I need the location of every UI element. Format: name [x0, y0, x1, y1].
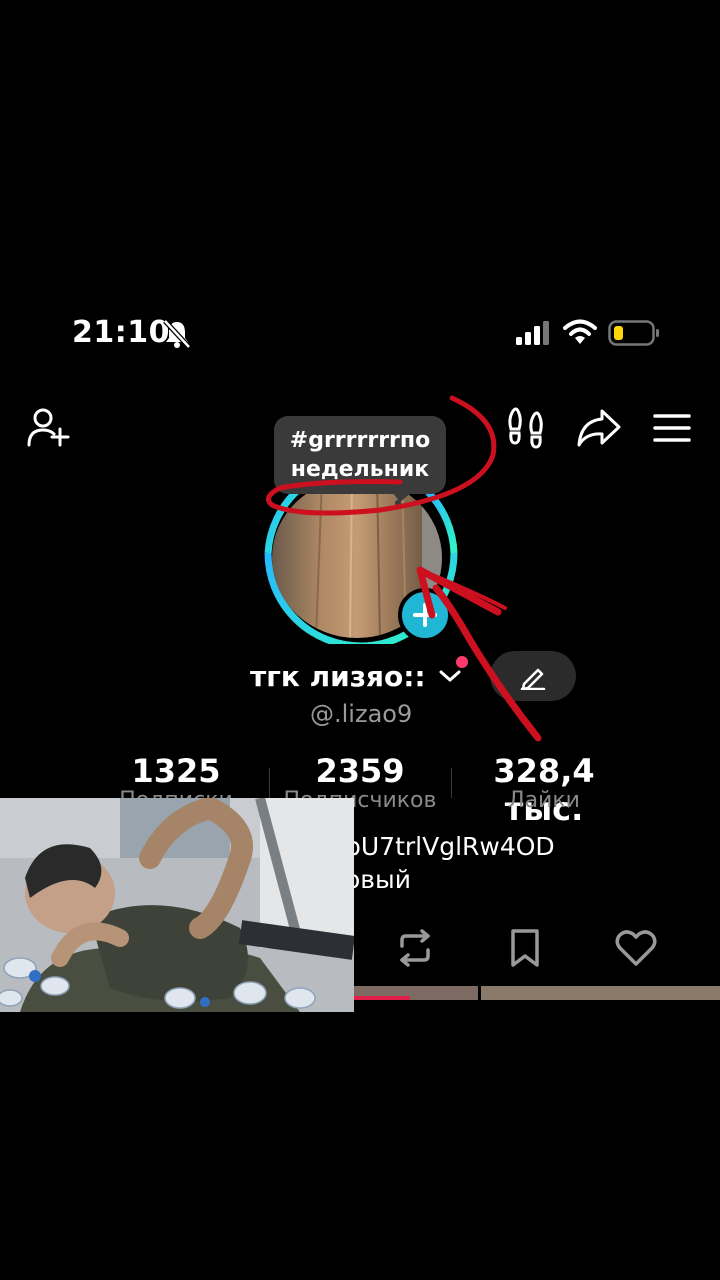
notification-dot [456, 656, 468, 668]
bio-line-2: овый [345, 865, 412, 894]
chevron-down-icon[interactable] [437, 666, 463, 686]
bookmark-icon[interactable] [508, 928, 542, 968]
add-story-button[interactable] [398, 588, 452, 642]
note-line-2: недельник [290, 457, 430, 482]
bell-muted-icon [163, 319, 191, 349]
followers-count[interactable]: 2359 [270, 752, 450, 790]
video-thumbnail[interactable] [481, 986, 720, 1000]
bio-line-1: pU7trlVglRw4OD [345, 832, 555, 861]
video-thumbnail[interactable] [354, 986, 478, 1000]
profile-handle: @.lizao9 [310, 700, 413, 728]
profile-name: тгк лизяо:: [250, 660, 426, 693]
meme-image [0, 798, 354, 1012]
pencil-icon [520, 668, 546, 690]
share-icon[interactable] [576, 405, 622, 449]
menu-icon[interactable] [652, 405, 692, 449]
note-bubble-tail [392, 492, 412, 506]
wifi-icon [563, 319, 597, 344]
repost-icon[interactable] [394, 928, 436, 968]
overlay-photo [0, 798, 354, 1012]
status-time: 21:10 [72, 315, 170, 350]
likes-label: Лайки [508, 788, 580, 813]
progress-bar [354, 996, 410, 1000]
battery-low-icon [608, 320, 659, 346]
heart-icon[interactable] [614, 928, 658, 968]
edit-profile-button[interactable] [490, 651, 576, 701]
note-line-1: #grrrrrrrпо [289, 428, 431, 453]
plus-icon [413, 603, 437, 627]
profile-note-bubble[interactable]: #grrrrrrrпо недельник [274, 416, 446, 494]
footprints-icon[interactable] [506, 405, 546, 449]
signal-icon [516, 321, 549, 345]
add-friend-icon[interactable] [26, 405, 70, 449]
following-count[interactable]: 1325 [96, 752, 256, 790]
